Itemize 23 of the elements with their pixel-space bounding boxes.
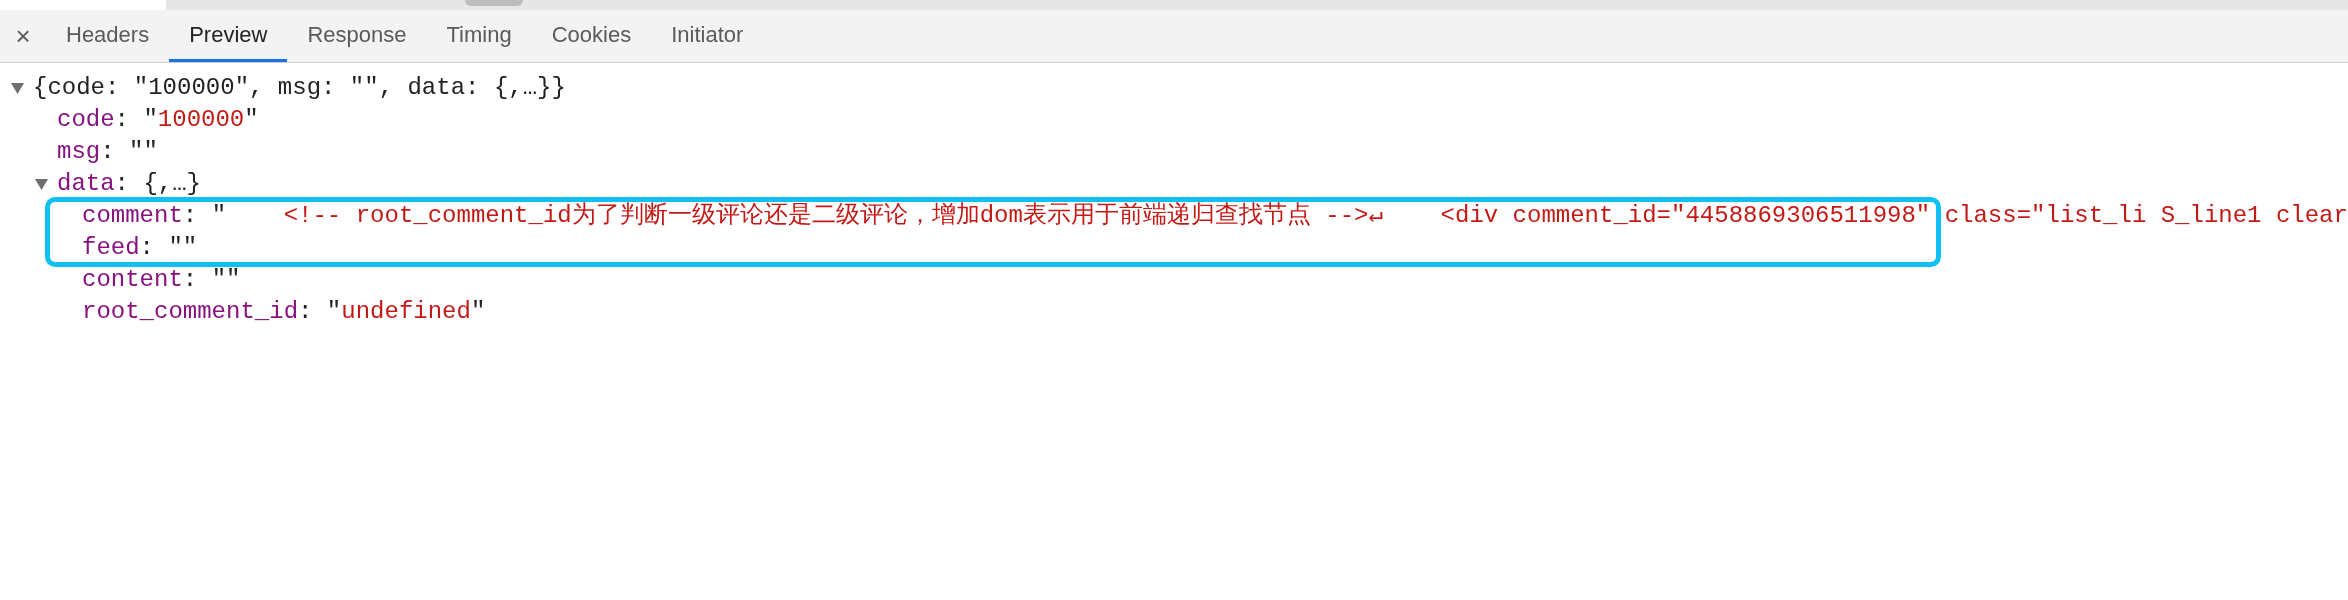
string-value: 100000 [157, 105, 245, 135]
punctuation: : "" [100, 137, 158, 167]
punctuation: : " [182, 201, 227, 231]
tab[interactable]: Headers [46, 10, 170, 62]
tab[interactable]: Initiator [651, 10, 764, 62]
punctuation: : " [298, 297, 342, 327]
punctuation: {code: "100000", msg: "", data: {,…}} [33, 73, 566, 103]
string-value: undefined [341, 297, 471, 327]
caret-down-icon[interactable] [11, 82, 24, 94]
punctuation: : {,…} [114, 169, 202, 199]
caret-down-icon[interactable] [35, 178, 48, 190]
scrollbar-thumb[interactable] [465, 0, 523, 6]
punctuation: : "" [182, 265, 241, 295]
tab[interactable]: Cookies [531, 10, 652, 62]
punctuation: : " [114, 105, 158, 135]
tab[interactable]: Response [287, 10, 427, 62]
punctuation: " [244, 105, 259, 135]
string-value: <!-- root_comment_id为了判断一级评论还是二级评论，增加dom表示用于前端递归查找节点 -->↵ <div comment_id="4458869306511998" class="list_li S_line1 clear [282, 201, 2348, 231]
close-button[interactable]: × [0, 10, 46, 62]
punctuation: " [470, 297, 486, 327]
punctuation: : "" [139, 233, 198, 263]
tab[interactable]: Timing [426, 10, 532, 62]
tab[interactable]: Preview [169, 10, 288, 62]
